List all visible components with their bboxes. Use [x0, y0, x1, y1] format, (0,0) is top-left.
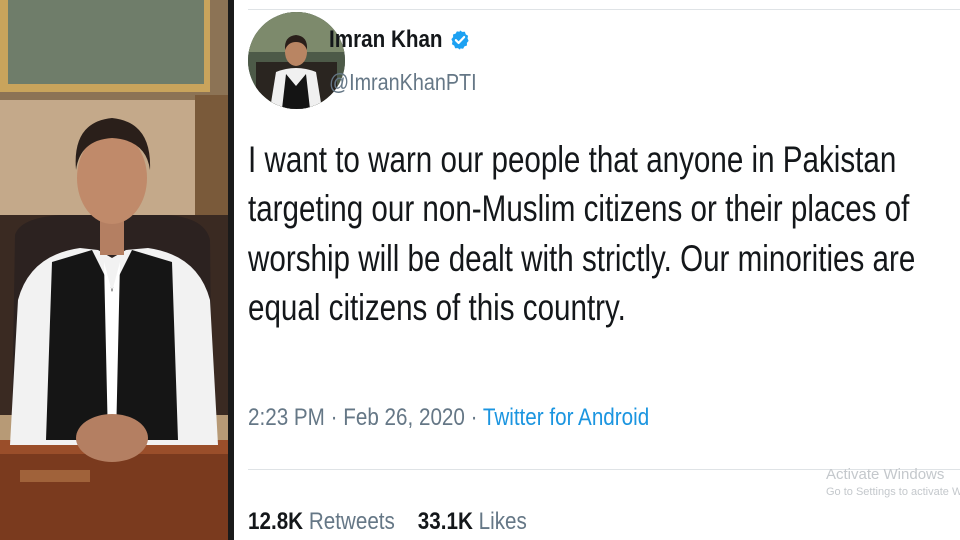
tweet-text-line: targeting our non-Muslim citizens or the…	[248, 188, 910, 230]
tweet-text-line: equal citizens of this country.	[248, 287, 626, 329]
profile-handle[interactable]: @ImranKhanPTI	[329, 69, 477, 96]
retweets-count: 12.8K	[248, 508, 304, 535]
tweet-meta: 2:23 PM · Feb 26, 2020 · Twitter for And…	[248, 404, 649, 432]
top-divider	[248, 9, 960, 10]
tweet-time[interactable]: 2:23 PM	[248, 404, 325, 431]
activate-windows-watermark: Activate Windows Go to Settings to activ…	[826, 466, 960, 498]
profile-name[interactable]: Imran Khan	[329, 26, 443, 54]
tweet-text-line: I want to warn our people that anyone in…	[248, 139, 897, 180]
watermark-subtitle: Go to Settings to activate Windows.	[826, 486, 960, 498]
likes-count: 33.1K	[417, 508, 473, 535]
tweet-card: Imran Khan @ImranKhanPTI I want to warn …	[234, 0, 960, 540]
tweet-text: I want to warn our people that anyone in…	[248, 138, 916, 336]
meta-separator: ·	[470, 404, 478, 431]
profile-photo-large	[0, 0, 228, 540]
tweet-text-line: worship will be dealt with strictly. Our…	[248, 237, 916, 279]
retweets-label: Retweets	[308, 508, 395, 535]
tweet-source-link[interactable]: Twitter for Android	[483, 404, 649, 431]
verified-badge-icon	[451, 30, 469, 50]
tweet-date[interactable]: Feb 26, 2020	[343, 404, 465, 431]
watermark-title: Activate Windows	[826, 466, 945, 483]
tweet-stats: 12.8K Retweets 33.1K Likes	[248, 508, 527, 536]
profile-name-row[interactable]: Imran Khan	[329, 26, 471, 54]
likes-label: Likes	[478, 508, 527, 535]
meta-separator: ·	[330, 404, 338, 431]
likes-stat[interactable]: 33.1K Likes	[418, 508, 527, 535]
retweets-stat[interactable]: 12.8K Retweets	[248, 508, 401, 535]
